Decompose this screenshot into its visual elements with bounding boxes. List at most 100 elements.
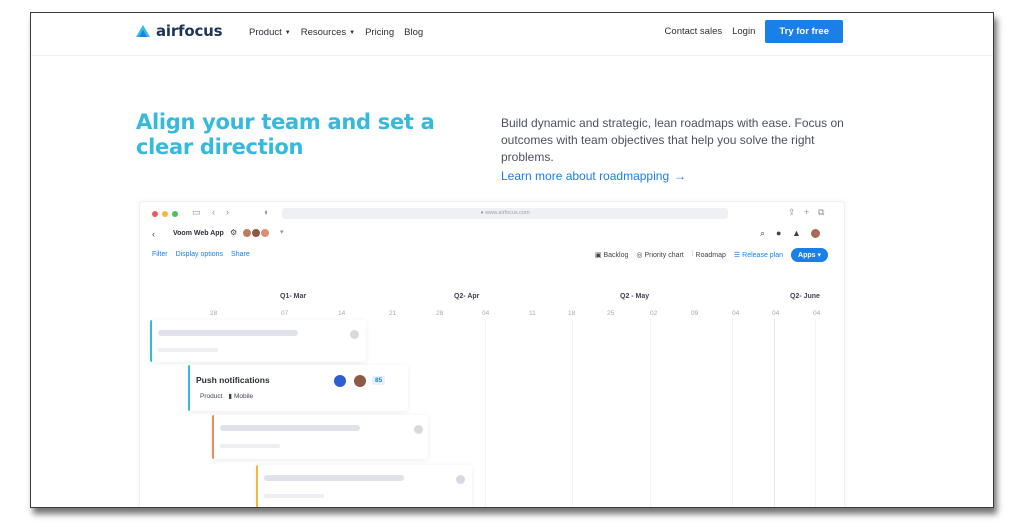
placeholder-line [264, 494, 324, 498]
login-link[interactable]: Login [732, 26, 755, 37]
nav-right: Contact sales Login Try for free [665, 20, 843, 43]
display-options-button[interactable]: Display options [176, 251, 223, 258]
nav-product[interactable]: Product ▼ [249, 27, 291, 38]
nav-pricing[interactable]: Pricing [365, 27, 394, 38]
tag-mobile: ▮ Mobile [228, 392, 254, 401]
maximize-dot-icon [172, 211, 178, 217]
week-label: 04 [732, 310, 740, 317]
mobile-icon: ▮ [228, 393, 232, 400]
arrow-right-icon: → [674, 169, 687, 183]
week-label: 04 [772, 310, 780, 317]
shield-icon: ◐ [264, 207, 270, 217]
forward-icon: › [226, 207, 229, 217]
close-dot-icon [152, 211, 158, 217]
chevron-down-icon: ▾ [280, 229, 284, 236]
quarter-label: Q2 - May [620, 293, 650, 300]
back-icon: ‹ [212, 207, 215, 217]
placeholder-line [220, 425, 360, 431]
quarter-label: Q1- Mar [280, 293, 307, 300]
card-accent [188, 365, 190, 411]
tabs-icon: ⧉ [818, 207, 825, 217]
try-for-free-button[interactable]: Try for free [765, 20, 843, 43]
nav-product-label: Product [249, 27, 282, 38]
gridline [650, 319, 651, 507]
tag-product: Product [200, 392, 222, 400]
placeholder-avatar [456, 475, 465, 484]
item-title: Push notifications [196, 375, 270, 385]
logo-text: airfocus [156, 22, 223, 40]
roadmap-icon: ⫶ [691, 251, 694, 258]
roadmap-tab[interactable]: ⫶ Roadmap [692, 251, 726, 259]
nav-blog[interactable]: Blog [404, 27, 423, 38]
placeholder-avatar [350, 330, 359, 339]
nav-divider [31, 55, 993, 56]
item-tags: Product ▮ Mobile [200, 392, 254, 401]
apps-button[interactable]: Apps ▾ [791, 248, 828, 262]
week-label: 04 [813, 310, 821, 317]
gridline [485, 319, 486, 507]
app-screenshot: ▭ ‹ › ◐ ● www.airfocus.com ⇪ + ⧉ ‹ Voom … [139, 201, 845, 507]
sidebar-icon: ▭ [192, 207, 201, 217]
project-name: Voom Web App [173, 230, 224, 237]
app-header: ‹ Voom Web App ⚙ ▾ ⌕ ● ▲ [140, 226, 844, 244]
week-label: 07 [281, 310, 289, 317]
gridline [572, 319, 573, 507]
week-label: 09 [691, 310, 699, 317]
roadmap-item-card[interactable] [150, 320, 366, 362]
user-avatar[interactable] [810, 228, 821, 239]
release-plan-tab[interactable]: ☰ Release plan [734, 251, 784, 260]
view-tools: Filter Display options Share [152, 251, 250, 258]
week-label: 21 [389, 310, 397, 317]
week-label: 28 [436, 310, 444, 317]
share-icon: ⇪ [788, 207, 796, 217]
filter-button[interactable]: Filter [152, 251, 168, 258]
placeholder-line [158, 330, 298, 336]
avatar [260, 228, 270, 238]
back-arrow-icon: ‹ [152, 229, 155, 239]
help-icon: ● [776, 228, 782, 238]
nav-links: Product ▼ Resources ▼ Pricing Blog [249, 27, 423, 38]
card-accent [256, 465, 258, 507]
priority-chart-tab[interactable]: ◎ Priority chart [636, 251, 684, 260]
bell-icon: ▲ [792, 228, 801, 238]
gridline [732, 319, 733, 507]
tag-mobile-label: Mobile [233, 392, 254, 400]
placeholder-line [220, 444, 280, 448]
view-switcher: ▣ Backlog ◎ Priority chart ⫶ Roadmap ☰ Relea… [595, 248, 828, 262]
status-icon [334, 375, 346, 387]
week-label: 28 [210, 310, 218, 317]
card-accent [212, 415, 214, 459]
minimize-dot-icon [162, 211, 168, 217]
tag-product-label: Product [200, 392, 223, 400]
card-accent [150, 320, 152, 362]
today-line [774, 319, 775, 507]
nav-resources[interactable]: Resources ▼ [301, 27, 355, 38]
quarter-label: Q2- Apr [454, 293, 480, 300]
contact-sales-link[interactable]: Contact sales [665, 26, 723, 37]
mock-browser-bar: ▭ ‹ › ◐ ● www.airfocus.com ⇪ + ⧉ [140, 202, 844, 224]
avatar [354, 375, 366, 387]
backlog-tab[interactable]: ▣ Backlog [595, 251, 629, 260]
logo[interactable]: airfocus [135, 22, 223, 40]
roadmap-item-card[interactable]: Push notifications Product ▮ Mobile 85 [188, 365, 408, 411]
week-label: 18 [568, 310, 576, 317]
chevron-down-icon: ▼ [349, 29, 356, 36]
week-label: 11 [529, 310, 536, 317]
priority-chart-label: Priority chart [644, 251, 684, 259]
quarter-label: Q2- June [790, 293, 820, 300]
roadmap-item-card[interactable] [212, 415, 428, 459]
roadmap-label: Roadmap [695, 251, 726, 259]
airfocus-logo-icon [136, 25, 150, 37]
learn-more-label: Learn more about roadmapping [501, 169, 670, 183]
release-plan-label: Release plan [742, 251, 784, 259]
top-nav: airfocus Product ▼ Resources ▼ Pricing Blo… [31, 13, 993, 55]
mock-url-bar: ● www.airfocus.com [282, 208, 728, 219]
app-toolbar: Filter Display options Share ▣ Backlog ◎ P… [140, 246, 844, 266]
roadmap-item-card[interactable] [256, 465, 472, 507]
learn-more-link[interactable]: Learn more about roadmapping → [501, 169, 686, 183]
gear-icon: ⚙ [230, 228, 238, 237]
gridline [815, 319, 816, 507]
share-button[interactable]: Share [231, 251, 250, 258]
week-label: 04 [482, 310, 490, 317]
placeholder-line [158, 348, 218, 352]
